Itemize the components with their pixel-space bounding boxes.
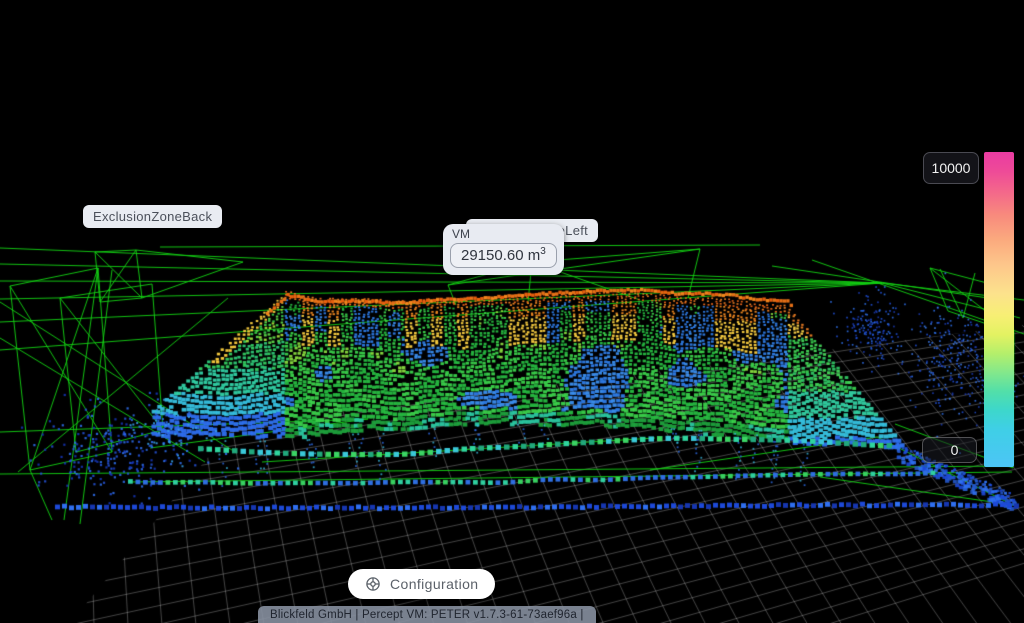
vm-tooltip-title: VM bbox=[452, 227, 557, 241]
percept-3d-view: ExclusionZoneBack ExclusionZoneLeft Excl… bbox=[0, 0, 1024, 623]
gear-icon bbox=[365, 576, 381, 592]
colorbar-max-value: 10000 bbox=[923, 152, 979, 184]
height-colorbar-gradient bbox=[984, 152, 1014, 467]
app-version-footer: Blickfeld GmbH | Percept VM: PETER v1.7.… bbox=[258, 606, 596, 623]
configuration-button[interactable]: Configuration bbox=[348, 569, 495, 599]
exclusion-zone-back-label: ExclusionZoneBack bbox=[83, 205, 222, 228]
colorbar-min-value: 0 bbox=[922, 437, 977, 463]
pointcloud-3d-canvas[interactable] bbox=[0, 0, 1024, 623]
vm-volume-value: 29150.60 m3 bbox=[450, 243, 557, 268]
configuration-button-label: Configuration bbox=[390, 576, 478, 592]
volume-measurement-tooltip: VM 29150.60 m3 bbox=[443, 224, 564, 275]
